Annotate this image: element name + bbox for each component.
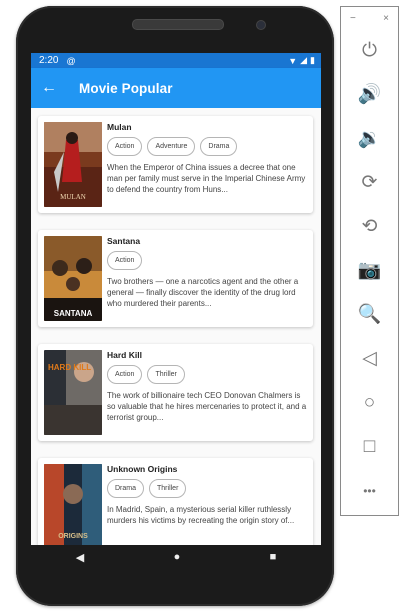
movie-card[interactable]: MULAN Mulan Action Adventure Drama When … [38, 116, 313, 213]
status-bar: 2:20 @ ▼ ◢ ▮ [31, 53, 321, 68]
genre-chip[interactable]: Drama [200, 137, 238, 156]
movie-poster: SANTANA [44, 236, 102, 321]
volume-down-icon[interactable]: 🔉 [341, 129, 398, 148]
genre-chip[interactable]: Action [107, 251, 143, 270]
poster-caption: MULAN [60, 193, 86, 201]
rotate-left-icon[interactable]: ⟳ [341, 173, 398, 192]
movie-poster: MULAN [44, 122, 102, 207]
minimize-icon[interactable]: − [350, 13, 356, 24]
overview-icon[interactable]: □ [341, 437, 398, 456]
front-camera [256, 20, 266, 30]
poster-santana: SANTANA [44, 236, 102, 321]
movie-title: Hard Kill [107, 350, 142, 360]
status-time: 2:20 [39, 55, 59, 66]
emulator-toolbar: − × ⏻ 🔊 🔉 ⟳ ⟲ 📷 🔍 ◁ ○ □ ••• [340, 6, 399, 516]
speaker-grille [132, 19, 224, 30]
poster-hard-kill: HARD KILL [44, 350, 102, 435]
genre-chip[interactable]: Thriller [149, 479, 187, 498]
genre-chip[interactable]: Action [107, 365, 143, 384]
movie-title: Mulan [107, 122, 132, 132]
volume-up-icon[interactable]: 🔊 [341, 85, 398, 104]
movie-overview: Two brothers — one a narcotics agent and… [107, 277, 299, 308]
movie-overview: When the Emperor of China issues a decre… [107, 163, 306, 194]
movie-card[interactable]: SANTANA Santana Action Two brothers — on… [38, 230, 313, 327]
notification-icon: @ [66, 55, 76, 66]
genre-chip[interactable]: Drama [107, 479, 145, 498]
genre-chip[interactable]: Action [107, 137, 143, 156]
device-screen: 2:20 @ ▼ ◢ ▮ ← Movie Popular MULAN Mulan… [31, 53, 321, 545]
movie-title: Unknown Origins [107, 464, 178, 474]
close-icon[interactable]: × [383, 13, 389, 24]
rotate-right-icon[interactable]: ⟲ [341, 217, 398, 236]
movie-overview: In Madrid, Spain, a mysterious serial ki… [107, 505, 295, 525]
movie-list[interactable]: MULAN Mulan Action Adventure Drama When … [31, 108, 321, 545]
battery-icon: ▮ [310, 55, 315, 65]
genre-chips: Drama Thriller [107, 479, 307, 498]
genre-chips: Action Adventure Drama [107, 137, 307, 156]
movie-overview: The work of billionaire tech CEO Donovan… [107, 391, 307, 422]
poster-caption: SANTANA [54, 309, 93, 318]
nav-home-icon[interactable]: ● [174, 551, 181, 563]
zoom-icon[interactable]: 🔍 [341, 305, 398, 324]
back-arrow-icon[interactable]: ← [41, 80, 61, 96]
genre-chip[interactable]: Thriller [147, 365, 185, 384]
poster-unknown-origins: ORIGINS [44, 464, 102, 545]
signal-icon: ◢ [300, 55, 308, 65]
movie-poster: ORIGINS [44, 464, 102, 545]
home-icon[interactable]: ○ [341, 393, 398, 412]
genre-chips: Action Thriller [107, 365, 307, 384]
movie-poster: HARD KILL [44, 350, 102, 435]
poster-mulan: MULAN [44, 122, 102, 207]
power-icon[interactable]: ⏻ [341, 41, 398, 60]
wifi-icon: ▼ [288, 55, 298, 66]
movie-title: Santana [107, 236, 141, 246]
nav-recents-icon[interactable]: ■ [270, 551, 277, 563]
back-icon[interactable]: ◁ [341, 349, 398, 368]
nav-back-icon[interactable]: ◀ [76, 551, 84, 564]
status-right: ▼ ◢ ▮ [288, 55, 315, 66]
movie-card[interactable]: ORIGINS Unknown Origins Drama Thriller I… [38, 458, 313, 545]
genre-chips: Action [107, 251, 307, 270]
screenshot-icon[interactable]: 📷 [341, 261, 398, 280]
system-nav-bar: ◀ ● ■ [31, 545, 321, 569]
genre-chip[interactable]: Adventure [147, 137, 196, 156]
page-title: Movie Popular [79, 80, 173, 96]
app-bar: ← Movie Popular [31, 68, 321, 108]
phone-frame: 2:20 @ ▼ ◢ ▮ ← Movie Popular MULAN Mulan… [16, 6, 334, 606]
poster-caption: ORIGINS [58, 533, 88, 540]
movie-card[interactable]: HARD KILL Hard Kill Action Thriller The … [38, 344, 313, 441]
poster-caption: HARD KILL [48, 363, 91, 372]
more-icon[interactable]: ••• [341, 485, 398, 497]
